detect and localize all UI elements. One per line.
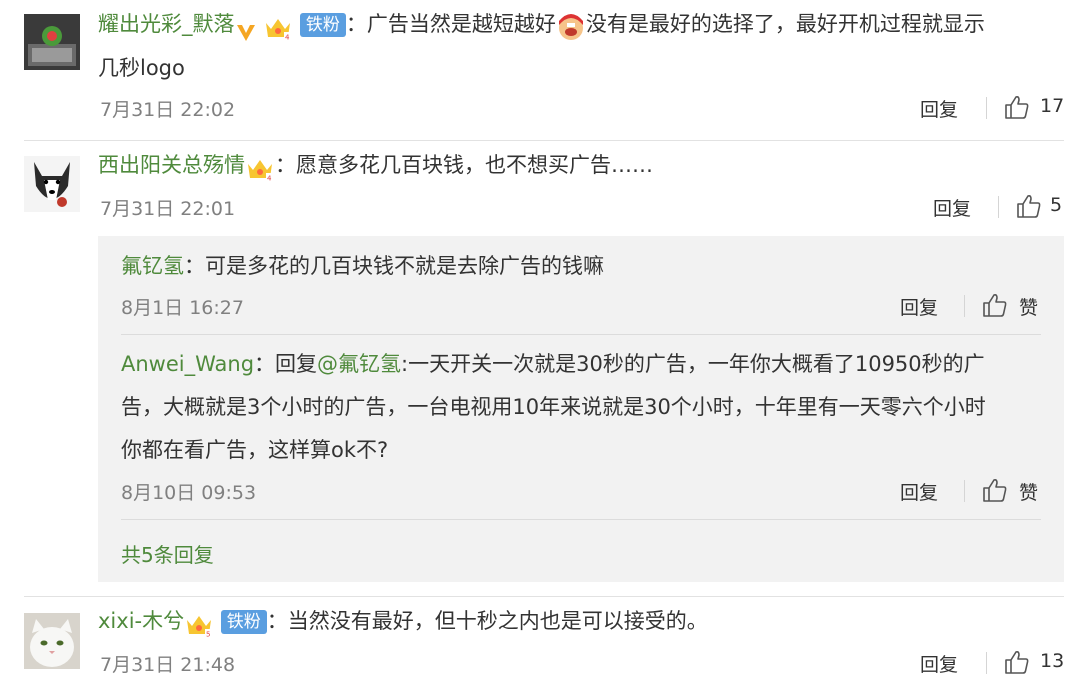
comment-text: ：当然没有最好，但十秒之内也是可以接受的。 — [266, 609, 708, 633]
comment-text: ：广告当然是越短越好 — [345, 12, 556, 36]
divider — [24, 140, 1064, 141]
crown-icon: 5 — [184, 609, 214, 639]
divider — [24, 596, 1064, 597]
divider — [964, 295, 965, 317]
like-icon[interactable] — [1004, 94, 1030, 120]
comment-text-cont: 没有是最好的选择了，最好开机过程就显示 — [585, 12, 985, 36]
username-link[interactable]: 氟钇氢 — [121, 254, 184, 278]
comment-date: 7月31日 22:02 — [100, 99, 236, 121]
reply-button[interactable]: 回复 — [933, 194, 971, 221]
mention-link[interactable]: @氟钇氢 — [317, 352, 401, 376]
svg-text:5: 5 — [206, 631, 210, 639]
divider — [986, 97, 987, 119]
like-count: 13 — [1040, 650, 1065, 672]
comment-text-line2: 几秒logo — [98, 56, 185, 80]
more-replies-link[interactable]: 共5条回复 — [121, 539, 214, 568]
like-icon[interactable] — [1016, 193, 1042, 219]
username-link[interactable]: Anwei_Wang — [121, 352, 254, 376]
svg-text:4: 4 — [267, 175, 272, 183]
comment-body: xixi-木兮 5 铁粉 ：当然没有最好，但十秒之内也是可以接受的。 — [98, 599, 708, 643]
reply-button[interactable]: 回复 — [900, 478, 938, 505]
reply-text-line2: 告，大概就是3个小时的广告，一台电视用10年来说就是30个小时，十年里有一天零六… — [121, 395, 986, 419]
avatar[interactable] — [24, 156, 80, 212]
reply-text-line3: 你都在看广告，这样算ok不? — [121, 438, 389, 462]
comment-body: 耀出光彩_默落 4 铁粉 ：广告当然是越短越好 没有是最好的选择了，最好开机过程就显… — [98, 2, 985, 46]
like-count: 17 — [1040, 95, 1065, 117]
divider — [986, 652, 987, 674]
reply-body: Anwei_Wang：回复@氟钇氢:一天开关一次就是30秒的广告，一年你大概看了… — [121, 342, 985, 386]
fan-badge: 铁粉 — [299, 13, 346, 37]
crown-icon: 4 — [263, 12, 293, 42]
comment-date: 7月31日 21:48 — [100, 654, 236, 676]
reply-date: 8月1日 16:27 — [121, 297, 244, 319]
username-link[interactable]: xixi-木兮 — [98, 609, 184, 633]
reply-button[interactable]: 回复 — [920, 95, 958, 122]
verified-v-icon — [235, 14, 257, 41]
comment-text: ：愿意多花几百块钱，也不想买广告…… — [275, 153, 653, 177]
reply-date: 8月10日 09:53 — [121, 482, 257, 504]
like-icon[interactable] — [982, 292, 1008, 318]
reply-text: :一天开关一次就是30秒的广告，一年你大概看了10950秒的广 — [401, 352, 985, 376]
comment-date: 7月31日 22:01 — [100, 198, 236, 220]
divider — [998, 196, 999, 218]
divider — [964, 480, 965, 502]
reply-prefix: ：回复 — [254, 352, 318, 376]
divider — [121, 519, 1041, 520]
like-icon[interactable] — [1004, 649, 1030, 675]
svg-text:4: 4 — [285, 34, 290, 42]
reply-body: 氟钇氢：可是多花的几百块钱不就是去除广告的钱嘛 — [121, 244, 604, 288]
crown-icon: 4 — [245, 153, 275, 183]
divider — [121, 334, 1041, 335]
username-link[interactable]: 西出阳关总殇情 — [98, 153, 245, 177]
reply-button[interactable]: 回复 — [900, 293, 938, 320]
like-label[interactable]: 赞 — [1019, 293, 1038, 320]
like-icon[interactable] — [982, 477, 1008, 503]
reply-text: ：可是多花的几百块钱不就是去除广告的钱嘛 — [184, 254, 604, 278]
comment-body: 西出阳关总殇情 4 ：愿意多花几百块钱，也不想买广告…… — [98, 143, 653, 187]
username-link[interactable]: 耀出光彩_默落 — [98, 12, 235, 36]
reply-button[interactable]: 回复 — [920, 650, 958, 677]
like-label[interactable]: 赞 — [1019, 478, 1038, 505]
avatar[interactable] — [24, 14, 80, 70]
fan-badge: 铁粉 — [220, 610, 267, 634]
avatar[interactable] — [24, 613, 80, 669]
emoji-icon — [556, 12, 586, 40]
like-count: 5 — [1050, 194, 1063, 216]
